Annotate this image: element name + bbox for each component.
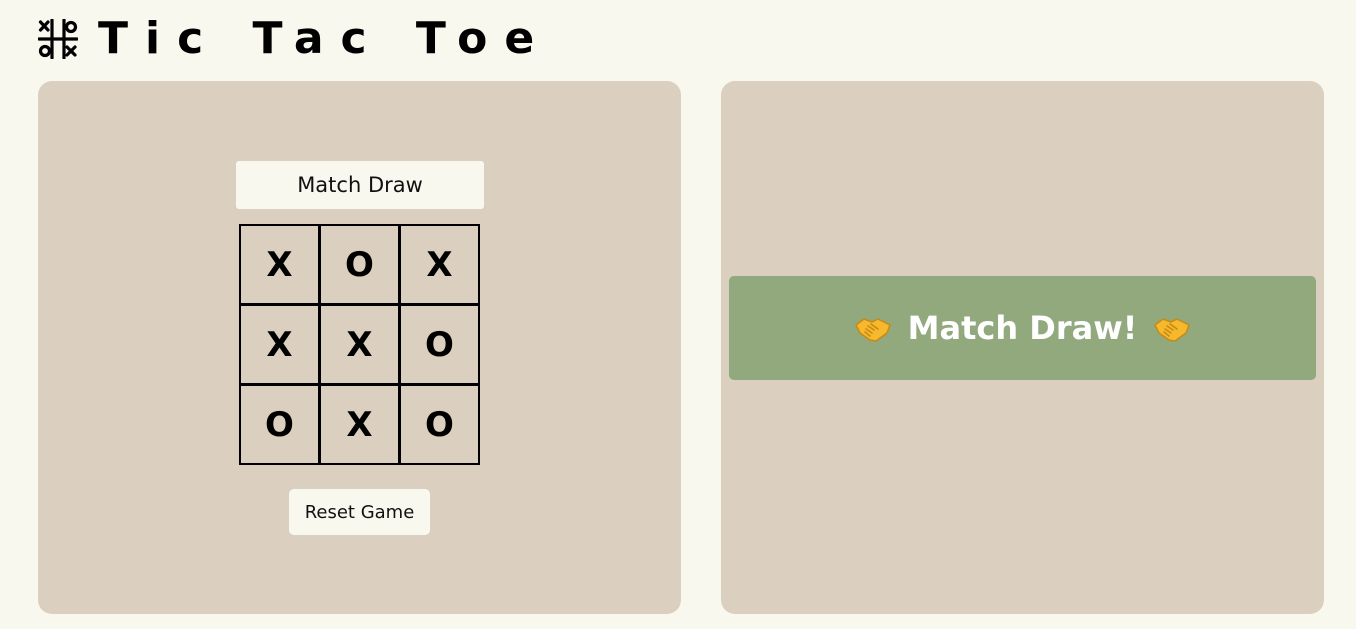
game-panel: Match Draw X O X X X O O X O Reset Game: [38, 81, 681, 614]
handshake-icon: [1154, 318, 1191, 342]
board-cell-r3c3[interactable]: O: [399, 384, 480, 465]
board-cell-r3c1[interactable]: O: [239, 384, 320, 465]
board-cell-r3c2[interactable]: X: [319, 384, 400, 465]
game-status: Match Draw: [236, 161, 484, 209]
board-cell-r1c1[interactable]: X: [239, 224, 320, 305]
board-cell-r2c1[interactable]: X: [239, 304, 320, 385]
tic-tac-toe-icon: [38, 19, 78, 59]
board-cell-r1c2[interactable]: O: [319, 224, 400, 305]
result-message: Match Draw!: [907, 309, 1138, 347]
result-panel: Match Draw!: [721, 81, 1324, 614]
app-title: Tic Tac Toe: [98, 13, 552, 64]
handshake-icon: [854, 318, 891, 342]
reset-game-button[interactable]: Reset Game: [289, 489, 430, 535]
app-header: Tic Tac Toe: [38, 14, 551, 64]
board-cell-r2c3[interactable]: O: [399, 304, 480, 385]
result-banner: Match Draw!: [729, 276, 1316, 380]
board-cell-r2c2[interactable]: X: [319, 304, 400, 385]
game-board: X O X X X O O X O: [239, 224, 480, 465]
board-cell-r1c3[interactable]: X: [399, 224, 480, 305]
